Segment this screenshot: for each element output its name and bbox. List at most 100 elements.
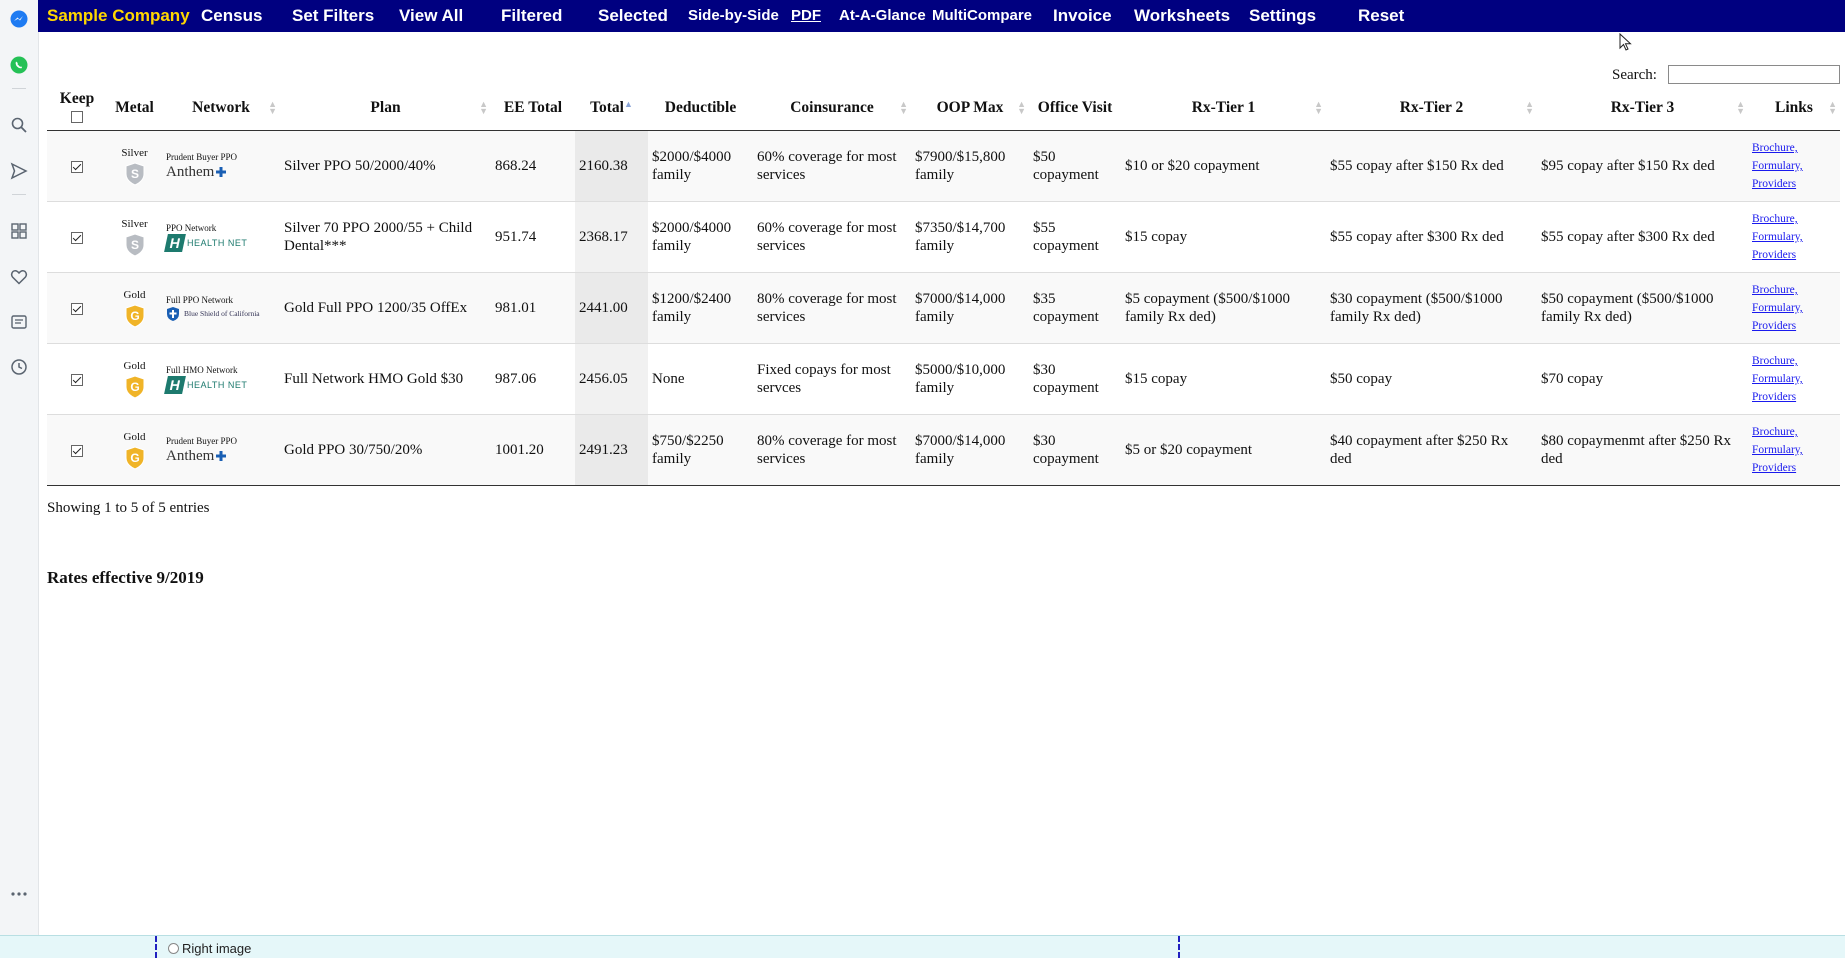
header-keep[interactable]: Keep <box>47 86 107 131</box>
rx-tier-3-cell: $50 copayment ($500/$1000 family Rx ded) <box>1537 272 1748 344</box>
brochure-link[interactable]: Brochure, <box>1752 139 1836 157</box>
brochure-link[interactable]: Brochure, <box>1752 423 1836 441</box>
header-rx-tier-3-label: Rx-Tier 3 <box>1610 99 1675 116</box>
keep-checkbox[interactable] <box>71 444 83 457</box>
brochure-link[interactable]: Brochure, <box>1752 352 1836 370</box>
header-metal-label: Metal <box>115 99 154 116</box>
keep-cell <box>47 414 107 486</box>
formulary-link[interactable]: Formulary, <box>1752 441 1836 459</box>
coinsurance-cell: Fixed copays for most servces <box>753 343 911 415</box>
health-net-logo: H HEALTH NET <box>164 375 276 394</box>
metal-label: Gold <box>123 359 146 372</box>
formulary-link[interactable]: Formulary, <box>1752 228 1836 246</box>
keep-cell <box>47 130 107 202</box>
keep-cell <box>47 272 107 344</box>
select-all-checkbox[interactable] <box>71 111 83 124</box>
header-coinsurance[interactable]: Coinsurance ▲ ▼ <box>753 86 911 131</box>
coinsurance-cell: 80% coverage for most services <box>753 272 911 344</box>
providers-link[interactable]: Providers <box>1752 246 1836 264</box>
providers-link[interactable]: Providers <box>1752 459 1836 477</box>
header-network[interactable]: Network ▲ ▼ <box>162 86 280 131</box>
nav-census[interactable]: Census <box>201 6 262 26</box>
providers-link[interactable]: Providers <box>1752 388 1836 406</box>
mouse-cursor-icon <box>1619 33 1632 51</box>
nav-worksheets[interactable]: Worksheets <box>1134 6 1230 26</box>
total-cell: 2491.23 <box>575 414 648 486</box>
keep-checkbox[interactable] <box>71 373 83 386</box>
health-net-logo: H HEALTH NET <box>164 233 276 252</box>
oop-max-cell: $5000/$10,000 family <box>911 343 1029 415</box>
nav-reset[interactable]: Reset <box>1358 6 1404 26</box>
sort-asc-icon: ▲ <box>623 99 633 109</box>
table-row: Gold G Full PPO Network Blue Shield of Cali… <box>47 272 1840 344</box>
formulary-link[interactable]: Formulary, <box>1752 157 1836 175</box>
brochure-link[interactable]: Brochure, <box>1752 210 1836 228</box>
right-image-label[interactable]: Right image <box>168 941 251 956</box>
metal-cell: Silver S <box>107 201 162 273</box>
keep-checkbox[interactable] <box>71 160 83 173</box>
office-visit-cell: $50 copayment <box>1029 130 1121 202</box>
rx-tier-3-cell: $80 copaymenmt after $250 Rx ded <box>1537 414 1748 486</box>
header-metal[interactable]: Metal <box>107 86 162 131</box>
rx-tier-2-cell: $55 copay after $300 Rx ded <box>1326 201 1537 273</box>
header-rx-tier-3[interactable]: Rx-Tier 3 ▲ ▼ <box>1537 86 1748 131</box>
nav-side-by-side[interactable]: Side-by-Side <box>688 7 779 24</box>
formulary-link[interactable]: Formulary, <box>1752 370 1836 388</box>
header-oop-max[interactable]: OOP Max ▲ ▼ <box>911 86 1029 131</box>
header-rx-tier-1[interactable]: Rx-Tier 1 ▲ ▼ <box>1121 86 1326 131</box>
formulary-link[interactable]: Formulary, <box>1752 299 1836 317</box>
news-icon[interactable] <box>9 312 29 332</box>
rx-tier-1-cell: $5 or $20 copayment <box>1121 414 1326 486</box>
whatsapp-icon[interactable] <box>9 55 29 75</box>
messenger-icon[interactable] <box>9 9 29 29</box>
nav-pdf[interactable]: PDF <box>791 7 821 24</box>
header-deductible[interactable]: Deductible <box>648 86 753 131</box>
search-label: Search: <box>1612 67 1657 83</box>
providers-link[interactable]: Providers <box>1752 175 1836 193</box>
nav-set-filters[interactable]: Set Filters <box>292 6 374 26</box>
ee-total-cell: 951.74 <box>491 201 575 273</box>
metal-label: Silver <box>121 146 148 159</box>
nav-view-all[interactable]: View All <box>399 6 463 26</box>
heart-icon[interactable] <box>9 267 29 287</box>
header-office-visit[interactable]: Office Visit <box>1029 86 1121 131</box>
search-icon[interactable] <box>9 115 29 135</box>
keep-checkbox[interactable] <box>71 231 83 244</box>
sort-icon: ▲ ▼ <box>1736 99 1745 116</box>
header-plan[interactable]: Plan ▲ ▼ <box>280 86 491 131</box>
search-input[interactable] <box>1668 65 1840 84</box>
total-cell: 2160.38 <box>575 130 648 202</box>
health-net-h-icon: H <box>164 233 186 252</box>
nav-at-a-glance[interactable]: At-A-Glance <box>839 7 926 24</box>
nav-selected[interactable]: Selected <box>598 6 668 26</box>
nav-filtered[interactable]: Filtered <box>501 6 562 26</box>
keep-checkbox[interactable] <box>71 302 83 315</box>
header-links[interactable]: Links ▲ ▼ <box>1748 86 1840 131</box>
clock-icon[interactable] <box>9 357 29 377</box>
table-row: Gold G Prudent Buyer PPO Anthem Gold PPO 30/… <box>47 414 1840 486</box>
header-rx-tier-2[interactable]: Rx-Tier 2 ▲ ▼ <box>1326 86 1537 131</box>
more-icon[interactable] <box>9 884 29 904</box>
apps-grid-icon[interactable] <box>9 221 29 241</box>
nav-settings[interactable]: Settings <box>1249 6 1316 26</box>
rx-tier-1-cell: $15 copay <box>1121 201 1326 273</box>
rates-note: Rates effective 9/2019 <box>47 568 204 587</box>
nav-invoice[interactable]: Invoice <box>1053 6 1112 26</box>
header-ee-total[interactable]: EE Total <box>491 86 575 131</box>
blue-shield-icon <box>167 306 179 321</box>
header-keep-label: Keep <box>59 90 95 107</box>
nav-multicompare[interactable]: MultiCompare <box>932 7 1032 24</box>
nav-brand[interactable]: Sample Company <box>47 6 190 26</box>
header-ee-total-label: EE Total <box>503 99 563 116</box>
rx-tier-2-cell: $50 copay <box>1326 343 1537 415</box>
send-icon[interactable] <box>9 161 29 181</box>
table-row: Silver S Prudent Buyer PPO Anthem Silver PPO… <box>47 130 1840 202</box>
total-cell: 2441.00 <box>575 272 648 344</box>
plan-cell: Full Network HMO Gold $30 <box>280 343 491 415</box>
providers-link[interactable]: Providers <box>1752 317 1836 335</box>
brochure-link[interactable]: Brochure, <box>1752 281 1836 299</box>
metal-cell: Gold G <box>107 414 162 486</box>
header-total[interactable]: Total▲ <box>575 86 648 131</box>
metal-label: Gold <box>123 288 146 301</box>
radio-icon[interactable] <box>168 943 179 954</box>
